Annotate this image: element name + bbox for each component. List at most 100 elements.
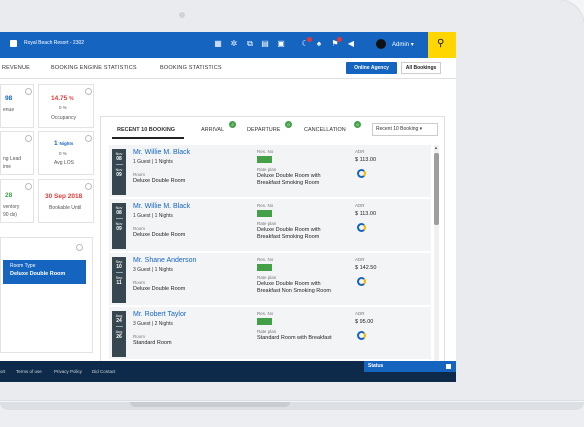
checkin-day: 10 bbox=[116, 264, 122, 270]
stat-lead-label-2: ime bbox=[3, 164, 12, 170]
guest-name[interactable]: Mr. Shane Anderson bbox=[133, 257, 196, 264]
nav-booking-statistics[interactable]: BOOKING STATISTICS bbox=[160, 65, 222, 71]
stat-los-value: 1 Nights bbox=[54, 140, 74, 147]
adr-price: $ 113.00 bbox=[355, 211, 377, 217]
nav-revenue[interactable]: REVENUE bbox=[2, 65, 30, 71]
chat-icon[interactable]: ▣ bbox=[277, 39, 285, 48]
notification-dot bbox=[337, 37, 342, 42]
rate-plan-line-1: Deluxe Double Room with bbox=[257, 173, 321, 179]
rate-plan-label: Rate plan bbox=[257, 221, 277, 226]
search-button[interactable]: ⚲ bbox=[428, 32, 456, 58]
guest-name[interactable]: Mr. Willie M. Black bbox=[133, 203, 190, 210]
stat-occupancy-delta: 0 % bbox=[59, 105, 67, 110]
stat-occupancy-label: Occupancy bbox=[51, 115, 77, 121]
hotel-name[interactable]: Royal Beach Resort - 2302 bbox=[24, 40, 84, 46]
nav-booking-engine-statistics[interactable]: BOOKING ENGINE STATISTICS bbox=[51, 65, 137, 71]
res-no-badge[interactable] bbox=[257, 210, 272, 217]
stat-revenue-value: 98 bbox=[5, 95, 13, 102]
booking-filter-select[interactable]: Recent 10 Booking ▾ bbox=[372, 123, 438, 136]
laptop-base bbox=[0, 402, 584, 427]
booking-row[interactable]: Nov 08 Nov 09 Mr. Willie M. Black 1 Guest | 1… bbox=[109, 199, 431, 251]
guest-name[interactable]: Mr. Willie M. Black bbox=[133, 149, 190, 156]
chevron-down-icon: ▾ bbox=[410, 42, 414, 48]
stay-dates: Nov 08 Nov 09 bbox=[112, 149, 126, 195]
stat-los-delta: 0 % bbox=[59, 151, 67, 156]
date-separator bbox=[115, 218, 123, 219]
adr-label: ADR bbox=[355, 149, 365, 154]
room-type-select[interactable]: Room Type Deluxe Double Room bbox=[3, 260, 86, 284]
guest-meta: 3 Guest | 2 Nights bbox=[133, 321, 173, 327]
stat-inventory-value: 28 bbox=[5, 192, 13, 199]
footer-contact-link[interactable]: Did Contact bbox=[92, 369, 116, 374]
room-type-label: Room Type bbox=[10, 263, 36, 269]
footer-privacy-link[interactable]: Privacy Policy bbox=[54, 369, 82, 374]
user-menu[interactable]: Admin ▾ bbox=[392, 41, 414, 48]
res-no-badge[interactable] bbox=[257, 156, 272, 163]
booking-row[interactable]: Nov 08 Nov 09 Mr. Willie M. Black 1 Guest | 1… bbox=[109, 145, 431, 197]
app-screen: Royal Beach Resort - 2302 ▦ ✲ ⧉ ▤ ▣ ☾ ♠ … bbox=[0, 32, 456, 382]
res-no-badge[interactable] bbox=[257, 318, 272, 325]
laptop-lip bbox=[0, 402, 584, 410]
rate-plan-label: Rate plan bbox=[257, 275, 277, 280]
expand-icon[interactable] bbox=[446, 364, 451, 369]
room-type-value: Deluxe Double Room bbox=[10, 271, 66, 277]
res-no-badge[interactable] bbox=[257, 264, 272, 271]
room-value: Deluxe Double Room bbox=[133, 178, 186, 184]
flag-icon[interactable]: ⚑ bbox=[331, 37, 342, 48]
footer-link[interactable]: ort bbox=[0, 369, 5, 374]
info-icon bbox=[85, 183, 92, 190]
tab-departure[interactable]: DEPARTURE 0 bbox=[247, 121, 292, 133]
checkout-day: 09 bbox=[116, 172, 122, 178]
status-bar[interactable]: Status bbox=[364, 361, 456, 372]
status-label: Status bbox=[368, 363, 384, 369]
user-name: Admin bbox=[392, 42, 410, 48]
adr-price: $ 142.50 bbox=[355, 265, 377, 271]
building-icon[interactable]: ▦ bbox=[214, 39, 222, 48]
online-agency-button[interactable]: Online Agency bbox=[346, 62, 397, 74]
date-separator bbox=[115, 326, 123, 327]
copy-icon[interactable]: ⧉ bbox=[246, 39, 254, 48]
avatar[interactable] bbox=[376, 39, 386, 49]
notification-dot bbox=[307, 37, 312, 42]
megaphone-icon[interactable]: ◀ bbox=[347, 39, 355, 48]
footer-terms-link[interactable]: Terms of use bbox=[16, 369, 42, 374]
stat-los-unit: Nights bbox=[59, 141, 74, 146]
res-no-label: Res. No bbox=[257, 203, 274, 208]
tab-recent-bookings[interactable]: RECENT 10 BOOKING bbox=[117, 127, 175, 133]
hotel-icon bbox=[10, 40, 17, 47]
moon-icon[interactable]: ☾ bbox=[301, 37, 312, 48]
rate-plan-line-1: Deluxe Double Room with bbox=[257, 227, 321, 233]
date-separator bbox=[115, 272, 123, 273]
guest-name[interactable]: Mr. Robert Taylor bbox=[133, 311, 186, 318]
booking-row[interactable]: Sep 10 Sep 11 Mr. Shane Anderson 3 Guest | 1 … bbox=[109, 253, 431, 305]
stay-dates: Sep 10 Sep 11 bbox=[112, 257, 126, 303]
guest-meta: 1 Guest | 1 Nights bbox=[133, 213, 173, 219]
checkout-day: 09 bbox=[116, 226, 122, 232]
active-tab-indicator bbox=[112, 137, 184, 139]
checkin-day: 24 bbox=[116, 318, 122, 324]
checkout-day: 11 bbox=[116, 280, 122, 286]
booking-row[interactable]: Aug 24 Aug 26 Mr. Robert Taylor 3 Guest | 2 N… bbox=[109, 307, 431, 359]
calendar-icon[interactable]: ▤ bbox=[261, 39, 269, 48]
info-icon bbox=[76, 244, 83, 251]
rate-plan-line-2: Breakfast Smoking Room bbox=[257, 234, 320, 240]
stay-dates: Aug 24 Aug 26 bbox=[112, 311, 126, 357]
stat-bookable-label: Bookable Until bbox=[49, 205, 82, 211]
room-label: Room bbox=[133, 280, 146, 285]
rate-plan-line-1: Standard Room with Breakfast bbox=[257, 335, 332, 341]
guest-meta: 3 Guest | 1 Nights bbox=[133, 267, 173, 273]
scrollbar-thumb[interactable] bbox=[434, 153, 439, 225]
settings-icon[interactable]: ✲ bbox=[230, 39, 238, 48]
all-bookings-button[interactable]: All Bookings bbox=[401, 62, 441, 74]
bell-icon[interactable]: ♠ bbox=[315, 39, 323, 48]
tab-arrival[interactable]: ARRIVAL 2 bbox=[201, 121, 236, 133]
top-bar: Royal Beach Resort - 2302 ▦ ✲ ⧉ ▤ ▣ ☾ ♠ … bbox=[0, 32, 456, 58]
stat-bookable-card: 30 Sep 2018 Bookable Until bbox=[38, 179, 94, 223]
date-separator bbox=[115, 164, 123, 165]
scrollbar[interactable]: ▲ ▼ bbox=[434, 145, 439, 375]
tab-cancellation[interactable]: CANCELLATION 0 bbox=[304, 121, 361, 133]
stat-occupancy-card: 14.75 % 0 % Occupancy bbox=[38, 84, 94, 128]
scroll-up-icon[interactable]: ▲ bbox=[434, 145, 438, 150]
stat-bookable-value: 30 Sep 2018 bbox=[45, 193, 83, 200]
rate-plan-line-2: Breakfast Smoking Room bbox=[257, 180, 320, 186]
